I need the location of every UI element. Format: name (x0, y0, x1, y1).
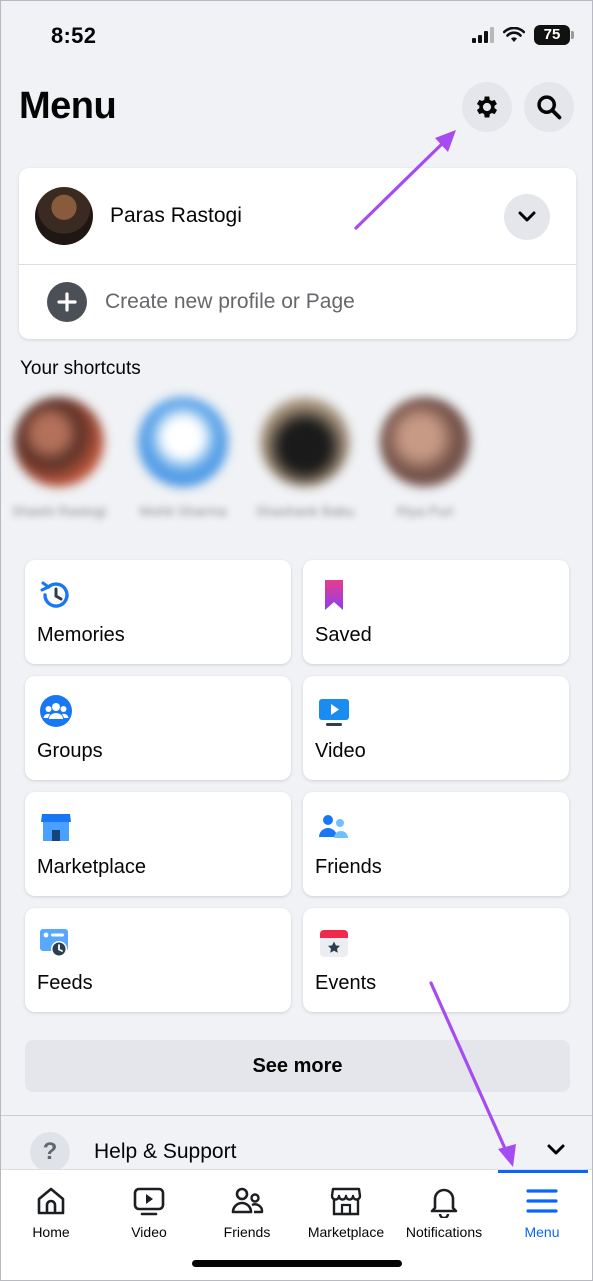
plus-icon[interactable] (47, 282, 87, 322)
plus-glyph (57, 292, 77, 312)
tile-label: Memories (37, 624, 125, 646)
tab-video[interactable]: Video (100, 1184, 198, 1240)
search-icon (537, 95, 562, 120)
friends-icon (319, 815, 348, 838)
tile-label: Video (315, 740, 366, 762)
friends-icon (231, 1187, 264, 1214)
shortcuts-heading: Your shortcuts (20, 358, 141, 379)
groups-icon (40, 695, 72, 727)
tile-friends[interactable]: Friends (303, 792, 569, 896)
tile-label: Friends (315, 856, 382, 878)
help-icon: ? (30, 1132, 70, 1172)
tile-memories[interactable]: Memories (25, 560, 291, 664)
shortcuts-row: Shashi Rastogi Mohit Sharma Shashank Bab… (12, 397, 592, 547)
active-tab-indicator (498, 1170, 588, 1173)
tab-label: Notifications (405, 1224, 483, 1240)
chevron-down-icon (547, 1144, 565, 1155)
divider (1, 1115, 592, 1116)
tab-home[interactable]: Home (2, 1184, 100, 1240)
feeds-icon (40, 929, 68, 957)
tile-label: Groups (37, 740, 103, 762)
tab-label: Friends (223, 1224, 271, 1240)
tile-feeds[interactable]: Feeds (25, 908, 291, 1012)
tab-friends[interactable]: Friends (198, 1184, 296, 1240)
shortcut-avatar (14, 397, 104, 487)
saved-icon (325, 580, 343, 610)
see-more-button[interactable]: See more (25, 1040, 570, 1092)
settings-button[interactable] (462, 82, 512, 132)
create-profile-link[interactable]: Create new profile or Page (105, 290, 355, 314)
shortcut-item[interactable]: Shashi Rastogi (9, 397, 109, 521)
tile-groups[interactable]: Groups (25, 676, 291, 780)
tile-saved[interactable]: Saved (303, 560, 569, 664)
video-icon (133, 1187, 165, 1216)
tile-marketplace[interactable]: Marketplace (25, 792, 291, 896)
marketplace-icon (330, 1187, 362, 1216)
shortcut-avatar (380, 397, 470, 487)
tab-menu[interactable]: Menu (493, 1184, 591, 1240)
memories-icon (40, 581, 69, 608)
video-icon (319, 699, 349, 726)
shortcut-avatar (138, 397, 228, 487)
hamburger-menu-icon (526, 1189, 558, 1213)
divider (19, 264, 576, 265)
shortcut-item[interactable]: Riya Puri (375, 397, 475, 521)
shortcut-name: Shashi Rastogi (11, 503, 107, 519)
tab-label: Menu (524, 1224, 560, 1240)
page-title: Menu (19, 85, 117, 127)
tile-label: Marketplace (37, 856, 146, 878)
shortcut-name: Riya Puri (396, 503, 454, 519)
search-button[interactable] (524, 82, 574, 132)
avatar[interactable] (35, 187, 93, 245)
battery-indicator: 75 (534, 25, 574, 45)
tab-marketplace[interactable]: Marketplace (297, 1184, 395, 1240)
profile-card: Paras Rastogi Create new profile or Page (19, 168, 576, 339)
marketplace-icon (41, 814, 71, 841)
shortcut-avatar (260, 397, 350, 487)
status-bar: 8:52 75 (1, 1, 592, 73)
chevron-down-icon (518, 211, 536, 222)
shortcut-name: Mohit Sharma (139, 503, 227, 519)
tab-label: Video (131, 1224, 167, 1240)
tab-label: Marketplace (307, 1224, 385, 1240)
wifi-icon (503, 27, 525, 42)
cellular-signal-icon (472, 27, 494, 43)
help-support-label: Help & Support (94, 1140, 237, 1163)
gear-icon (476, 96, 498, 118)
switch-profile-button[interactable] (504, 194, 550, 240)
tile-events[interactable]: Events (303, 908, 569, 1012)
status-icons: 75 (472, 25, 574, 45)
home-icon (37, 1187, 65, 1215)
tile-label: Saved (315, 624, 372, 646)
help-support-row[interactable]: ? Help & Support (1, 1126, 592, 1174)
profile-name[interactable]: Paras Rastogi (110, 204, 242, 228)
shortcut-item[interactable]: Shashank Babu (255, 397, 355, 521)
home-indicator (192, 1260, 402, 1267)
tile-label: Feeds (37, 972, 93, 994)
tile-video[interactable]: Video (303, 676, 569, 780)
tab-notifications[interactable]: Notifications (395, 1184, 493, 1240)
tab-label: Home (32, 1224, 70, 1240)
shortcut-item[interactable]: Mohit Sharma (133, 397, 233, 521)
status-time: 8:52 (51, 23, 97, 48)
shortcut-name: Shashank Babu (255, 503, 355, 519)
tile-label: Events (315, 972, 377, 994)
bell-icon (430, 1188, 458, 1218)
events-icon (320, 930, 348, 957)
